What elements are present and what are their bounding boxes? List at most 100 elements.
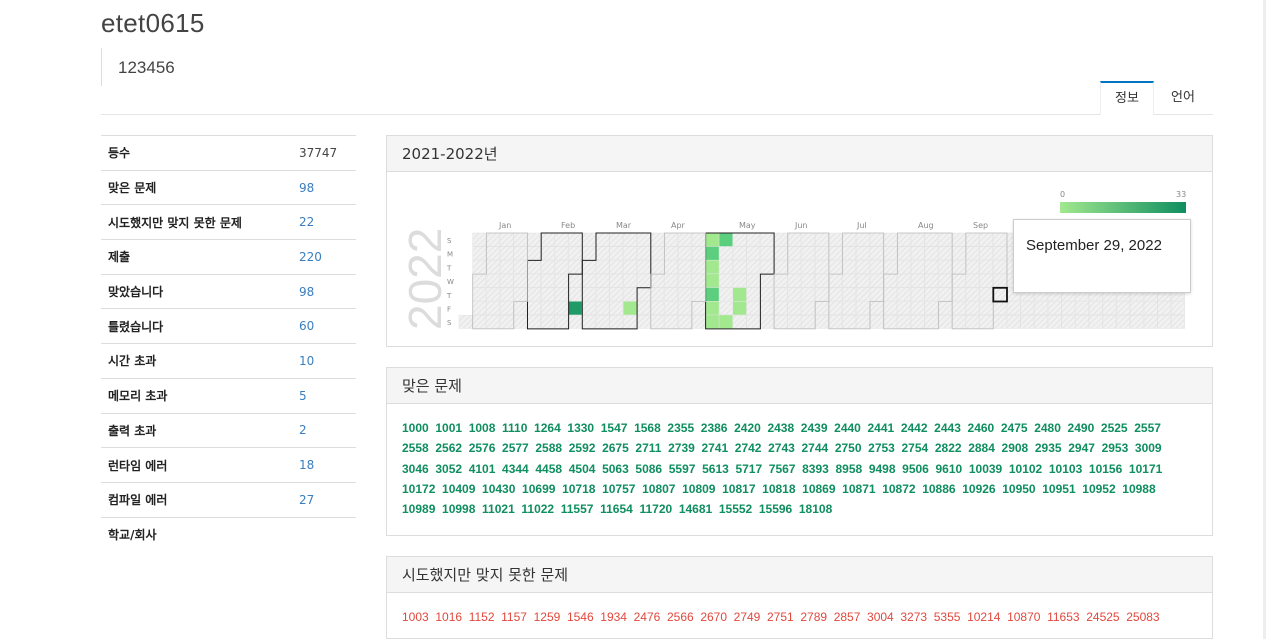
heatmap-cell[interactable] [486, 301, 500, 315]
heatmap-cell-active[interactable] [719, 233, 733, 247]
heatmap-cell[interactable] [527, 301, 541, 315]
heatmap-cell[interactable] [897, 287, 911, 302]
heatmap-cell[interactable] [472, 301, 487, 315]
heatmap-cell[interactable] [527, 314, 541, 329]
heatmap-cell[interactable] [554, 314, 569, 329]
solved-problem-link[interactable]: 1008 [469, 421, 496, 435]
solved-problem-link[interactable]: 2439 [801, 421, 828, 435]
stats-value[interactable]: 18 [291, 448, 356, 483]
heatmap-cell[interactable] [760, 287, 774, 302]
failed-problem-link[interactable]: 1546 [567, 610, 594, 624]
solved-problem-link[interactable]: 5086 [635, 462, 662, 476]
heatmap-cell[interactable] [746, 314, 761, 329]
solved-problem-link[interactable]: 10988 [1122, 482, 1155, 496]
heatmap-cell[interactable] [513, 314, 528, 329]
heatmap-cell[interactable] [1171, 314, 1185, 329]
solved-problem-link[interactable]: 2822 [935, 441, 962, 455]
stats-value[interactable]: 60 [291, 309, 356, 344]
heatmap-cell[interactable] [691, 232, 706, 247]
heatmap-cell[interactable] [499, 246, 514, 261]
heatmap-cell[interactable] [623, 232, 637, 247]
heatmap-cell[interactable] [910, 273, 925, 288]
solved-problem-link[interactable]: 2525 [1101, 421, 1128, 435]
failed-problem-link[interactable]: 2749 [734, 610, 761, 624]
heatmap-cell[interactable] [993, 232, 1007, 247]
solved-problem-link[interactable]: 2440 [834, 421, 861, 435]
heatmap-cell[interactable] [965, 246, 980, 261]
heatmap-cell[interactable] [760, 314, 774, 329]
heatmap-cell[interactable] [540, 232, 555, 247]
heatmap-cell[interactable] [636, 260, 651, 274]
heatmap-cell[interactable] [965, 301, 980, 315]
heatmap-cell[interactable] [1157, 314, 1172, 329]
heatmap-cell[interactable] [650, 314, 665, 329]
heatmap-cell[interactable] [568, 287, 583, 302]
heatmap-cell[interactable] [527, 232, 541, 247]
failed-problem-link[interactable]: 1259 [534, 610, 561, 624]
heatmap-cell[interactable] [732, 246, 747, 261]
heatmap-cell[interactable] [1061, 301, 1076, 315]
solved-problem-link[interactable]: 1264 [534, 421, 561, 435]
failed-problem-link[interactable]: 2789 [800, 610, 827, 624]
heatmap-cell-active[interactable] [705, 315, 719, 329]
heatmap-cell[interactable] [499, 273, 514, 288]
heatmap-cell[interactable] [897, 301, 911, 315]
heatmap-cell[interactable] [787, 246, 802, 261]
heatmap-cell[interactable] [993, 246, 1007, 261]
solved-problem-link[interactable]: 2935 [1035, 441, 1062, 455]
solved-problem-link[interactable]: 4101 [469, 462, 496, 476]
heatmap-cell-active[interactable] [719, 315, 733, 329]
heatmap-cell[interactable] [979, 273, 994, 288]
heatmap-cell[interactable] [828, 232, 843, 247]
heatmap-cell[interactable] [1006, 301, 1021, 315]
heatmap-cell-active[interactable] [568, 301, 582, 315]
heatmap-cell-active[interactable] [705, 274, 719, 288]
heatmap-cell[interactable] [513, 287, 528, 302]
solved-problem-link[interactable]: 10430 [482, 482, 515, 496]
stats-value[interactable]: 2 [291, 413, 356, 448]
heatmap-cell[interactable] [609, 273, 624, 288]
heatmap-cell[interactable] [773, 260, 788, 274]
heatmap-cell[interactable] [1034, 301, 1048, 315]
solved-problem-link[interactable]: 10818 [762, 482, 795, 496]
heatmap-cell[interactable] [527, 287, 541, 302]
heatmap-cell[interactable] [938, 287, 952, 302]
heatmap-cell[interactable] [513, 273, 528, 288]
solved-problem-link[interactable]: 15596 [759, 502, 792, 516]
heatmap-cell[interactable] [554, 232, 569, 247]
heatmap-cell[interactable] [883, 232, 898, 247]
solved-problem-link[interactable]: 9610 [936, 462, 963, 476]
heatmap-cell[interactable] [568, 260, 583, 274]
heatmap-cell[interactable] [842, 287, 857, 302]
heatmap-cell[interactable] [1130, 314, 1144, 329]
heatmap-cell[interactable] [650, 260, 665, 274]
solved-problem-link[interactable]: 1001 [435, 421, 462, 435]
heatmap-cell[interactable] [472, 287, 487, 302]
failed-problem-link[interactable]: 3273 [900, 610, 927, 624]
heatmap-cell[interactable] [897, 314, 911, 329]
solved-problem-link[interactable]: 10872 [882, 482, 915, 496]
failed-problem-link[interactable]: 5355 [934, 610, 961, 624]
heatmap-cell[interactable] [732, 260, 747, 274]
solved-problem-link[interactable]: 2558 [402, 441, 429, 455]
tab-language[interactable]: 언어 [1157, 81, 1209, 115]
heatmap-cell[interactable] [938, 260, 952, 274]
heatmap-cell[interactable] [1116, 314, 1131, 329]
failed-problem-link[interactable]: 10214 [967, 610, 1000, 624]
heatmap-cell[interactable] [801, 232, 815, 247]
heatmap-cell[interactable] [568, 273, 583, 288]
heatmap-cell[interactable] [1020, 301, 1035, 315]
heatmap-cell[interactable] [746, 301, 761, 315]
solved-problem-link[interactable]: 11720 [639, 502, 672, 516]
heatmap-cell[interactable] [897, 232, 911, 247]
heatmap-cell[interactable] [623, 260, 637, 274]
heatmap-cell[interactable] [650, 287, 665, 302]
heatmap-cell[interactable] [951, 287, 966, 302]
heatmap-cell[interactable] [910, 232, 925, 247]
heatmap-cell[interactable] [856, 273, 870, 288]
heatmap-cell[interactable] [677, 314, 692, 329]
heatmap-cell[interactable] [527, 273, 541, 288]
solved-problem-link[interactable]: 10989 [402, 502, 435, 516]
heatmap-cell[interactable] [856, 314, 870, 329]
solved-problem-link[interactable]: 2562 [435, 441, 462, 455]
